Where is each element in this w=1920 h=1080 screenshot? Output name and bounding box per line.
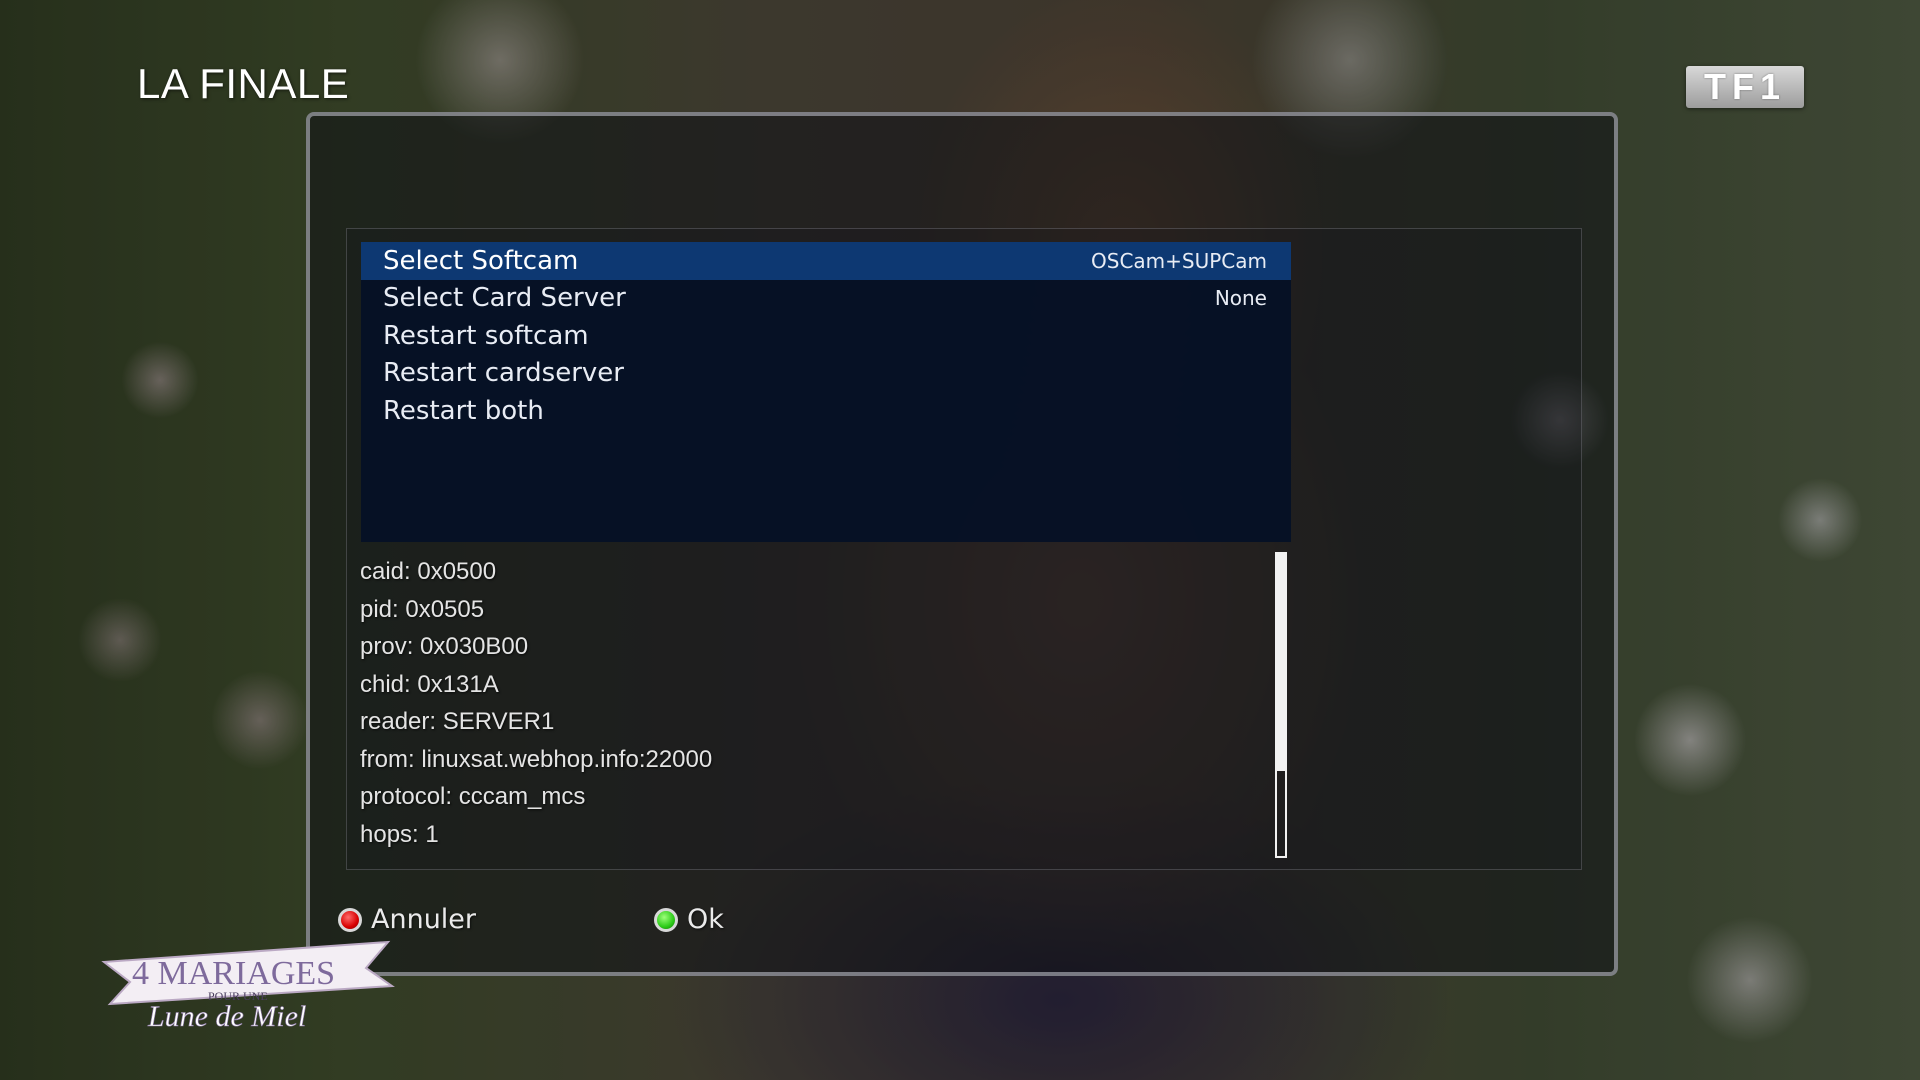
menu-item-restart-cardserver[interactable]: Restart cardserver [361, 355, 1291, 393]
show-logo-line3: Lune de Miel [147, 1000, 306, 1032]
menu-item-value: OSCam+SUPCam [1091, 248, 1267, 273]
menu-item-label: Select Card Server [383, 283, 626, 314]
menu-item-label: Select Softcam [383, 245, 579, 276]
tv-screen: LA FINALE TF1 Select Softcam OSCam+SUPCa… [0, 0, 1920, 1080]
menu-item-select-card-server[interactable]: Select Card Server None [361, 280, 1291, 318]
ecm-info-panel: caid: 0x0500 pid: 0x0505 prov: 0x030B00 … [360, 553, 712, 853]
info-scrollbar[interactable] [1275, 552, 1287, 858]
green-button-icon [654, 907, 678, 932]
ecm-hops: hops: 1 [360, 820, 439, 848]
program-title: LA FINALE [137, 60, 350, 107]
menu-item-restart-both[interactable]: Restart both [361, 392, 1291, 430]
ecm-from: from: linuxsat.webhop.info:22000 [360, 745, 713, 773]
ecm-reader: reader: SERVER1 [360, 708, 555, 735]
menu-item-label: Restart cardserver [383, 358, 624, 389]
show-logo-graphic: 4 MARIAGES POUR UNE Lune de Miel [101, 940, 395, 1033]
ok-button-label: Ok [687, 904, 724, 935]
tf1-logo-text: TF1 [1703, 66, 1786, 107]
menu-item-value: None [1214, 286, 1267, 311]
show-logo-line1: 4 MARIAGES [132, 955, 335, 992]
ecm-chid: chid: 0x131A [360, 670, 499, 698]
ecm-caid: caid: 0x0500 [360, 558, 497, 585]
menu-item-label: Restart both [383, 395, 544, 426]
show-logo: 4 MARIAGES POUR UNE Lune de Miel [96, 924, 396, 1033]
menu-item-label: Restart softcam [383, 320, 589, 351]
ok-button[interactable]: Ok [654, 904, 724, 935]
tf1-channel-logo: TF1 [1686, 66, 1804, 108]
ecm-protocol: protocol: cccam_mcs [360, 783, 586, 810]
scrollbar-thumb[interactable] [1277, 554, 1285, 771]
ecm-pid: pid: 0x0505 [360, 595, 485, 623]
ecm-provider: prov: 0x030B00 [360, 633, 529, 660]
menu-item-restart-softcam[interactable]: Restart softcam [361, 317, 1291, 355]
menu-item-select-softcam[interactable]: Select Softcam OSCam+SUPCam [361, 242, 1291, 280]
softcam-menu: Select Softcam OSCam+SUPCam Select Card … [361, 242, 1291, 542]
